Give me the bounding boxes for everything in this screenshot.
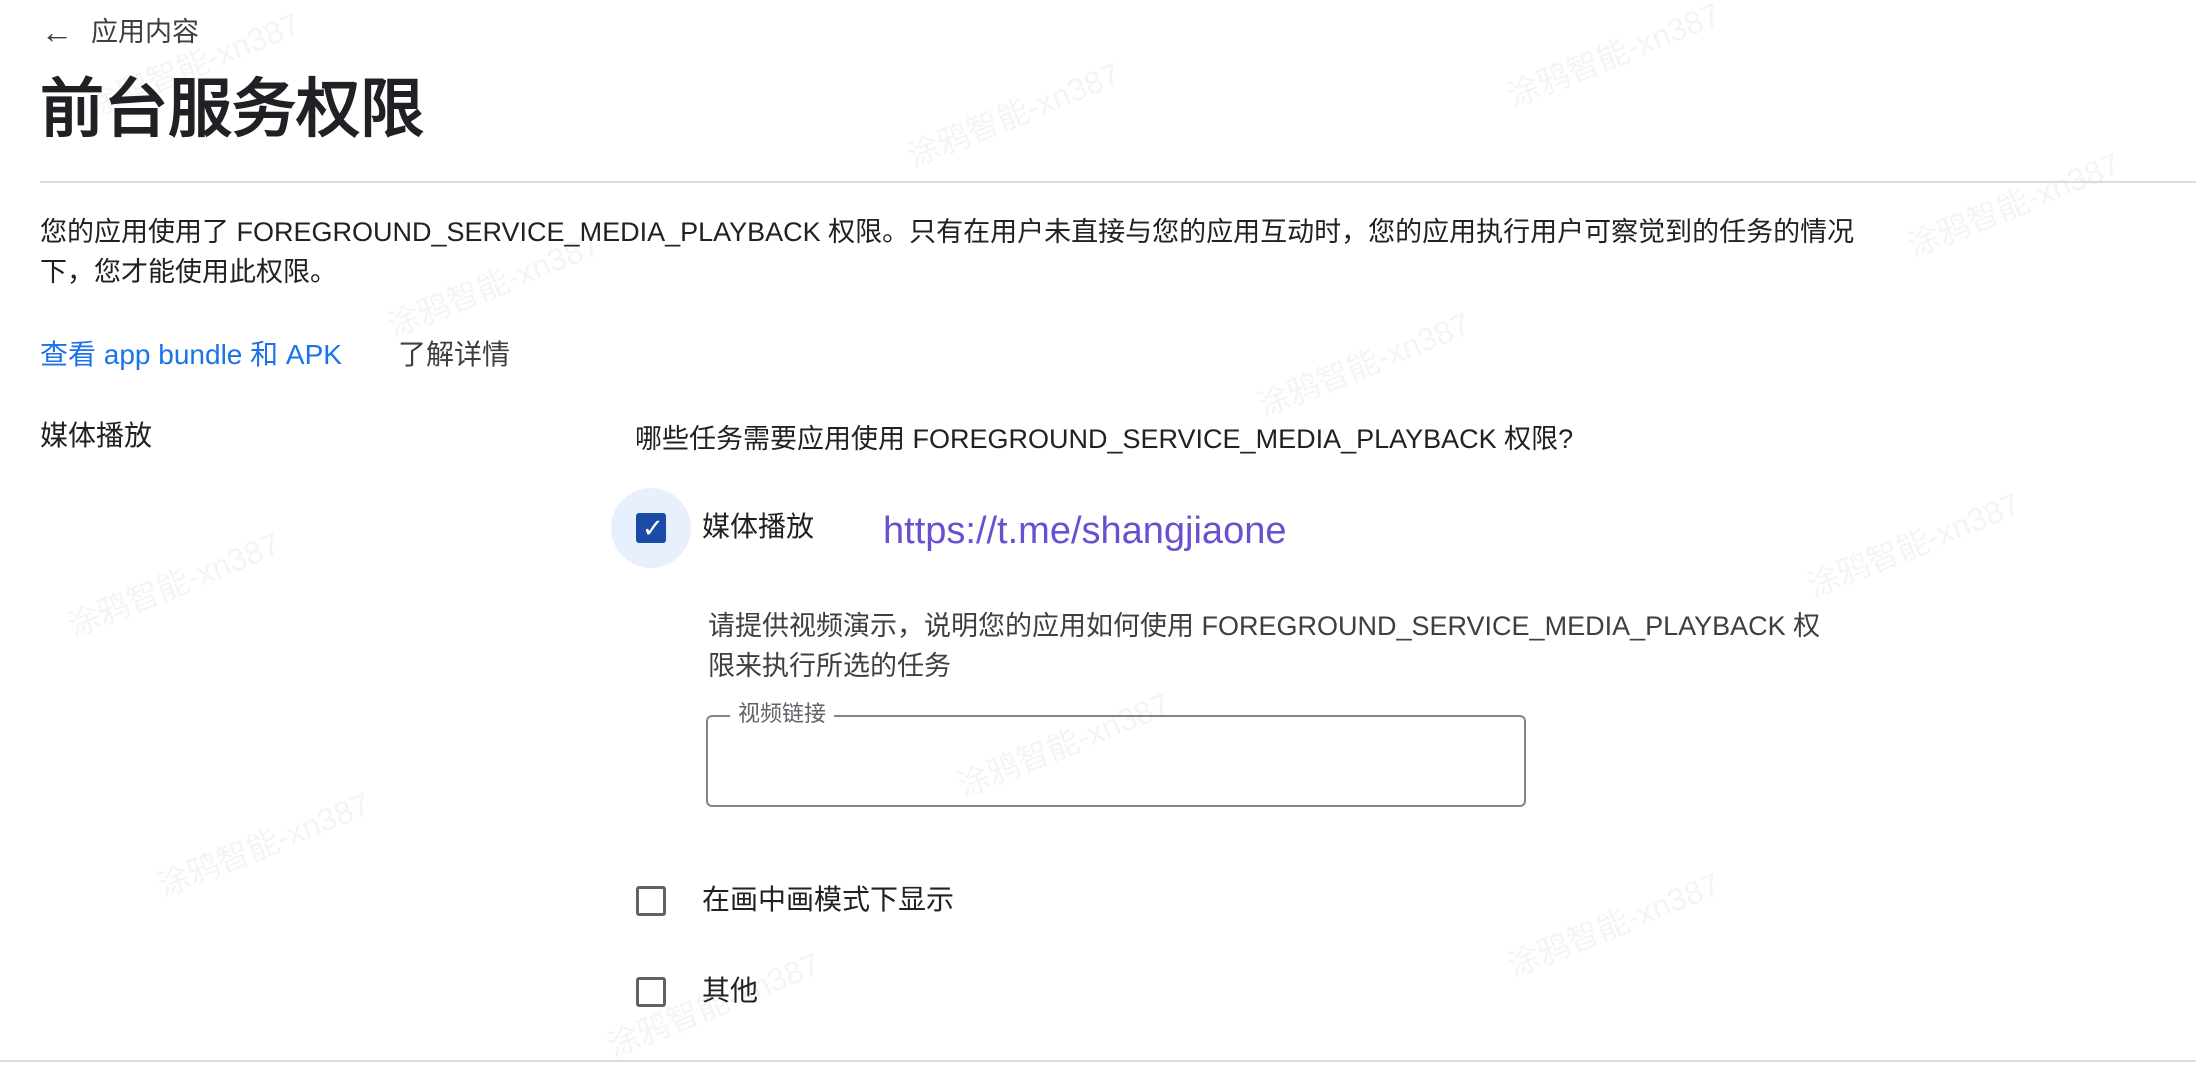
media-playback-label[interactable]: 媒体播放 bbox=[702, 507, 814, 547]
task-question: 哪些任务需要应用使用 FOREGROUND_SERVICE_MEDIA_PLAY… bbox=[635, 424, 1574, 454]
divider bbox=[40, 181, 2196, 183]
pip-label[interactable]: 在画中画模式下显示 bbox=[702, 880, 954, 920]
video-link-field-label: 视频链接 bbox=[730, 699, 835, 729]
permission-description: 您的应用使用了 FOREGROUND_SERVICE_MEDIA_PLAYBAC… bbox=[40, 217, 1855, 287]
watermark: 涂鸦智能-xn387 bbox=[1250, 299, 1477, 426]
watermark: 涂鸦智能-xn387 bbox=[1500, 859, 1727, 986]
page-title: 前台服务权限 bbox=[40, 73, 424, 145]
watermark: 涂鸦智能-xn387 bbox=[150, 779, 377, 906]
pip-checkbox[interactable] bbox=[636, 886, 666, 916]
watermark: 涂鸦智能-xn387 bbox=[60, 519, 287, 646]
checkmark-icon: ✓ bbox=[642, 513, 664, 543]
breadcrumb[interactable]: 应用内容 bbox=[91, 12, 199, 52]
video-link-input[interactable] bbox=[708, 717, 1524, 805]
arrow-left-icon[interactable]: ← bbox=[41, 12, 73, 52]
view-bundle-link[interactable]: 查看 app bundle 和 APK bbox=[40, 335, 342, 375]
section-label: 媒体播放 bbox=[40, 420, 153, 451]
overlay-link-text: https://t.me/shangjiaone bbox=[883, 510, 1287, 552]
video-prompt: 请提供视频演示，说明您的应用如何使用 FOREGROUND_SERVICE_ME… bbox=[708, 611, 1821, 681]
watermark: 涂鸦智能-xn387 bbox=[1800, 479, 2027, 606]
watermark: 涂鸦智能-xn387 bbox=[900, 49, 1127, 176]
learn-more-link[interactable]: 了解详情 bbox=[398, 335, 510, 375]
other-checkbox[interactable] bbox=[636, 977, 666, 1007]
other-label[interactable]: 其他 bbox=[702, 971, 758, 1011]
watermark: 涂鸦智能-xn387 bbox=[1900, 139, 2127, 266]
bottom-divider bbox=[0, 1060, 2196, 1062]
watermark: 涂鸦智能-xn387 bbox=[1500, 0, 1727, 117]
back-button[interactable]: ← 应用内容 bbox=[41, 12, 199, 52]
media-playback-checkbox[interactable]: ✓ bbox=[636, 513, 666, 543]
